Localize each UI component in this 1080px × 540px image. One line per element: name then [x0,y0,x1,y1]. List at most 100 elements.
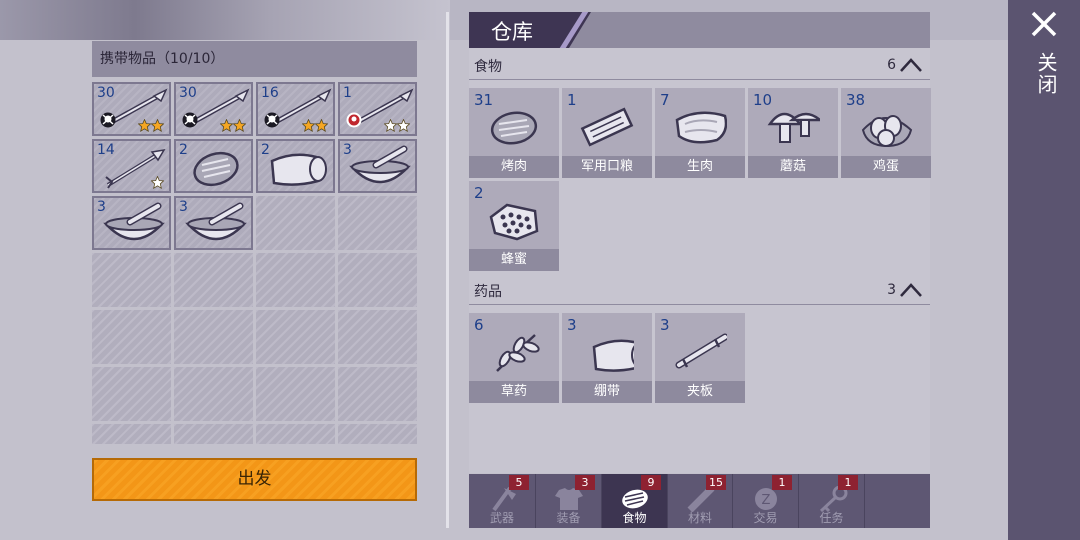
empty-slot [256,253,335,307]
item-quantity: 38 [846,91,866,109]
item-quantity: 10 [753,91,773,109]
item-quantity: 3 [179,199,188,215]
count-badge: 3 [575,475,595,490]
empty-slot [92,367,171,421]
star-icon [138,119,151,132]
star-icon [315,119,328,132]
item-label: 生肉 [655,156,745,178]
warehouse-item[interactable]: 3 绷带 [562,313,652,403]
tab-coin[interactable]: Z 交易 1 [733,474,799,528]
count-badge: 9 [641,475,661,490]
empty-slot [174,310,253,364]
warehouse-item[interactable]: 7 生肉 [655,88,745,178]
close-label: 关闭 [1034,52,1058,96]
tab-shirt[interactable]: 装备 3 [536,474,602,528]
item-label: 鸡蛋 [841,156,931,178]
empty-slot [338,253,417,307]
warehouse-title: 仓库 [491,20,533,44]
empty-slot [338,367,417,421]
red-head-icon [346,112,362,128]
warehouse-item[interactable]: 2 蜂蜜 [469,181,559,271]
section-header-medicine[interactable]: 药品 3 [469,274,930,305]
star-icon [384,119,397,132]
item-label: 夹板 [655,381,745,403]
item-quantity: 31 [474,91,494,109]
empty-slot [338,196,417,250]
panel-divider [446,12,449,528]
star-icon [233,119,246,132]
section-count: 6 [887,57,896,73]
section-header-food[interactable]: 食物 6 [469,49,930,80]
background-banner [0,0,450,40]
item-quantity: 3 [567,316,577,334]
carry-slot[interactable]: 3 [174,196,253,250]
item-quantity: 30 [179,85,197,101]
star-icon [151,119,164,132]
roast-meat-icon [490,111,538,145]
item-quantity: 3 [97,199,106,215]
empty-slot [256,196,335,250]
mushroom-icon [767,112,820,143]
raw-meat-icon [675,111,727,144]
carry-slot[interactable]: 1 [338,82,417,136]
tab-key[interactable]: 任务 1 [799,474,865,528]
item-quantity: 3 [660,316,670,334]
item-quantity: 14 [97,142,115,158]
carry-slot[interactable]: 30 [174,82,253,136]
item-label: 绷带 [562,381,652,403]
carry-slot[interactable]: 3 [338,139,417,193]
star-icon [151,176,164,189]
empty-slot [92,424,171,444]
close-icon [1031,11,1057,37]
tab-plank[interactable]: 材料 15 [668,474,733,528]
carry-slot[interactable]: 30 [92,82,171,136]
empty-slot [174,253,253,307]
item-quantity: 6 [474,316,484,334]
close-button[interactable]: 关闭 [1008,0,1080,540]
svg-text:Z: Z [761,493,770,508]
skull-icon [100,112,116,128]
warehouse-item[interactable]: 6 草药 [469,313,559,403]
collapse-caret-icon[interactable] [900,283,922,297]
empty-slot [174,424,253,444]
warehouse-item[interactable]: 1 军用口粮 [562,88,652,178]
item-quantity: 1 [343,85,352,101]
warehouse-item[interactable]: 3 夹板 [655,313,745,403]
bandage-icon [592,339,634,372]
star-icon [302,119,315,132]
empty-slot [256,424,335,444]
empty-slot [256,310,335,364]
item-label: 军用口粮 [562,156,652,178]
carry-slot[interactable]: 2 [256,139,335,193]
section-name: 药品 [474,284,502,300]
star-icon [397,119,410,132]
tab-axe[interactable]: 武器 5 [469,474,536,528]
carry-grid: 30 30 16 1 14 2 2 3 3 3 [92,82,417,444]
carry-slot[interactable]: 14 [92,139,171,193]
tab-label: 装备 [556,511,581,525]
egg-icon [861,115,913,148]
carry-slot[interactable]: 2 [174,139,253,193]
warehouse-item[interactable]: 38 鸡蛋 [841,88,931,178]
tab-label: 任务 [819,511,844,525]
warehouse-item[interactable]: 31 烤肉 [469,88,559,178]
warehouse-item[interactable]: 10 蘑菇 [748,88,838,178]
empty-slot [338,424,417,444]
carry-slot[interactable]: 16 [256,82,335,136]
collapse-caret-icon[interactable] [900,58,922,72]
count-badge: 15 [706,475,726,490]
item-label: 蘑菇 [748,156,838,178]
tab-label: 食物 [622,511,647,525]
skull-icon [264,112,280,128]
splint-icon [675,333,727,369]
section-count: 3 [887,282,896,298]
herb-icon [496,334,540,372]
carry-slot[interactable]: 3 [92,196,171,250]
item-quantity: 2 [179,142,188,158]
honeycomb-icon [489,203,539,241]
depart-button[interactable]: 出发 [92,458,417,501]
tab-meat[interactable]: 食物 9 [602,474,668,528]
star-icon [220,119,233,132]
count-badge: 1 [838,475,858,490]
count-badge: 5 [509,475,529,490]
